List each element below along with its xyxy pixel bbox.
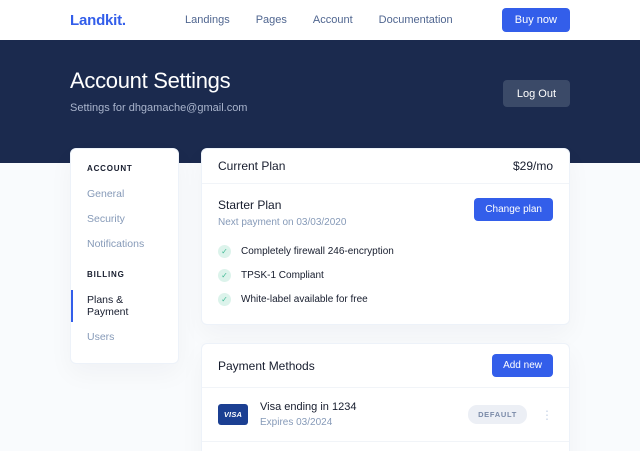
content-area: ACCOUNT General Security Notifications B… [0,148,640,451]
list-item: ✓ White-label available for free [218,293,553,306]
card-info: Visa ending in 1234 Expires 03/2024 [260,401,468,428]
table-row: VISA Visa ending in 1234 Expires 03/2024… [202,388,569,441]
sidebar-heading-account: ACCOUNT [71,164,178,173]
plan-feature-list: ✓ Completely firewall 246-encryption ✓ T… [218,245,553,306]
check-icon: ✓ [218,269,231,282]
plan-price: $29/mo [513,159,553,173]
sidebar-group-account: ACCOUNT General Security Notifications [71,164,178,254]
sidebar-item-plans-payment[interactable]: Plans & Payment [71,290,178,322]
change-plan-button[interactable]: Change plan [474,198,553,221]
main-nav: Landings Pages Account Documentation [175,14,453,26]
plan-info: Starter Plan Next payment on 03/03/2020 [218,198,346,228]
status-badge: DEFAULT [468,405,527,424]
nav-link-landings[interactable]: Landings [185,14,230,26]
feature-label: Completely firewall 246-encryption [241,246,394,257]
page-title: Account Settings [70,68,247,94]
table-row: Mastercard ending in 1234 [202,441,569,451]
settings-sidebar: ACCOUNT General Security Notifications B… [70,148,179,364]
brand-logo[interactable]: Landkit. [70,12,126,29]
plan-name: Starter Plan [218,198,346,212]
card-title: Visa ending in 1234 [260,401,468,413]
add-new-button[interactable]: Add new [492,354,553,377]
current-plan-card: Current Plan $29/mo Starter Plan Next pa… [201,148,570,325]
visa-card-icon: VISA [218,404,248,425]
feature-label: White-label available for free [241,294,368,305]
nav-link-documentation[interactable]: Documentation [379,14,453,26]
current-plan-title: Current Plan [218,159,285,173]
buy-now-button[interactable]: Buy now [502,8,570,32]
sidebar-item-users[interactable]: Users [71,327,178,347]
sidebar-group-billing: BILLING Plans & Payment Users [71,270,178,347]
page-subtitle: Settings for dhgamache@gmail.com [70,102,247,114]
list-item: ✓ TPSK-1 Compliant [218,269,553,282]
payment-methods-header: Payment Methods Add new [202,344,569,388]
hero-banner: Account Settings Settings for dhgamache@… [0,40,640,163]
sidebar-item-security[interactable]: Security [71,209,178,229]
settings-main-column: Current Plan $29/mo Starter Plan Next pa… [201,148,570,451]
sidebar-heading-billing: BILLING [71,270,178,279]
kebab-menu-icon[interactable]: ⋮ [541,409,553,421]
sidebar-item-general[interactable]: General [71,184,178,204]
payment-methods-title: Payment Methods [218,359,315,373]
sidebar-item-notifications[interactable]: Notifications [71,234,178,254]
feature-label: TPSK-1 Compliant [241,270,324,281]
list-item: ✓ Completely firewall 246-encryption [218,245,553,258]
current-plan-header: Current Plan $29/mo [202,149,569,184]
current-plan-body: Starter Plan Next payment on 03/03/2020 … [202,184,569,324]
log-out-button[interactable]: Log Out [503,80,570,107]
nav-link-account[interactable]: Account [313,14,353,26]
nav-link-pages[interactable]: Pages [256,14,287,26]
check-icon: ✓ [218,293,231,306]
check-icon: ✓ [218,245,231,258]
payment-methods-card: Payment Methods Add new VISA Visa ending… [201,343,570,451]
card-expiry: Expires 03/2024 [260,417,468,428]
top-navbar: Landkit. Landings Pages Account Document… [0,0,640,40]
next-payment-text: Next payment on 03/03/2020 [218,217,346,228]
